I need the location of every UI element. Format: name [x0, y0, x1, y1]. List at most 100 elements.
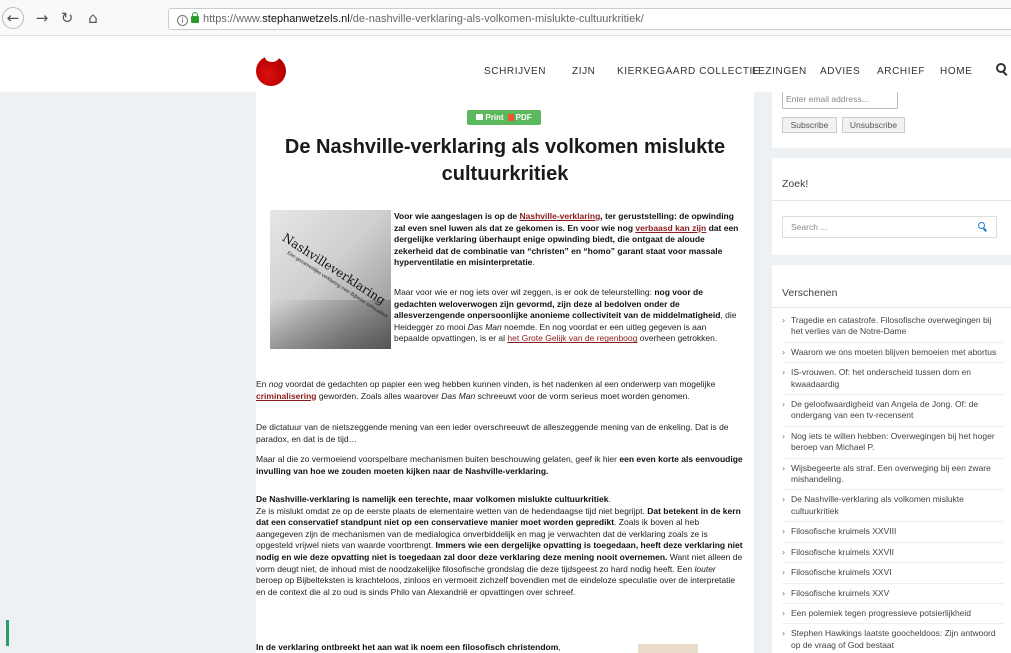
pdf-label: PDF [515, 113, 532, 122]
recent-post-item[interactable]: › Tragedie en catastrofe. Filosofische ov… [782, 315, 1004, 343]
paragraph-5: Maar al die zo vermoeiend voorspelbare m… [256, 454, 744, 477]
chevron-right-icon: › [782, 431, 786, 441]
paragraph-intro: Voor wie aangeslagen is op de Nashville-… [394, 211, 742, 269]
nav-item-kierkegaard-collectie[interactable]: KIERKEGAARD COLLECTIE [617, 66, 760, 77]
thumbnail-heading: Nashvilleverklaring [279, 230, 388, 308]
chevron-right-icon: › [782, 629, 786, 639]
p5-text-a: Maar al die zo vermoeiend voorspelbare m… [256, 454, 620, 464]
info-icon[interactable]: i [177, 15, 188, 26]
chevron-right-icon: › [782, 495, 786, 505]
nav-item-advies[interactable]: ADVIES [820, 66, 860, 77]
chevron-right-icon: › [782, 368, 786, 378]
email-field[interactable]: Enter email address... [782, 92, 898, 109]
chevron-right-icon: › [782, 608, 786, 618]
site-header: SCHRIJVEN ZIJN KIERKEGAARD COLLECTIE LEZ… [0, 37, 1011, 92]
link-criminalisering[interactable]: criminalisering [256, 391, 316, 401]
search-icon[interactable] [996, 63, 1008, 77]
subscribe-button[interactable]: Subscribe [782, 117, 837, 133]
recent-post-item[interactable]: › Filosofische kruimels XXVII [782, 547, 1004, 564]
back-arrow-icon[interactable]: ← [2, 7, 24, 29]
p3-nog: nog [268, 379, 283, 389]
recent-post-link[interactable]: De geloofwaardigheid van Angela de Jong.… [791, 399, 978, 420]
recent-post-item[interactable]: › Filosofische kruimels XXVI [782, 567, 1004, 584]
home-icon[interactable]: ⌂ [83, 8, 103, 28]
chevron-right-icon: › [782, 547, 786, 557]
recent-post-link[interactable]: Stephen Hawkings laatste goocheldoos: Zi… [791, 628, 996, 649]
nav-item-home[interactable]: HOME [940, 66, 972, 77]
p7-comma: , [558, 642, 561, 652]
recent-posts-widget: Verschenen › Tragedie en catastrofe. Filo… [772, 265, 1011, 653]
recent-post-item[interactable]: › De geloofwaardigheid van Angela de Jong… [782, 399, 1004, 427]
recent-posts-title: Verschenen [782, 287, 838, 299]
p7-bold: In de verklaring ontbreekt het aan wat i… [256, 642, 559, 652]
article-title: De Nashville-verklaring als volkomen mis… [256, 134, 754, 188]
url-path: /de-nashville-verklaring-als-volkomen-mi… [349, 13, 644, 25]
recent-post-item[interactable]: › Filosofische kruimels XXVIII [782, 526, 1004, 543]
print-label: Print [485, 113, 504, 122]
p6-heading-dot: . [608, 494, 611, 504]
chevron-right-icon: › [782, 527, 786, 537]
paragraph-6: De Nashville-verklaring is namelijk een … [256, 494, 744, 598]
paragraph-3: En nog voordat de gedachten op papier ee… [256, 379, 744, 402]
recent-post-link[interactable]: Waarom we ons moeten blijven bemoeien me… [791, 347, 996, 357]
url-domain: stephanwetzels.nl [262, 13, 350, 25]
recent-post-link[interactable]: Filosofische kruimels XXVIII [791, 526, 896, 536]
recent-post-item[interactable]: › Stephen Hawkings laatste goocheldoos: Z… [782, 628, 1004, 653]
site-logo[interactable] [256, 52, 286, 86]
intro-text-d: . [532, 257, 535, 268]
p6-text-g: beroep op Bijbelteksten is krachteloos, … [256, 575, 736, 597]
forward-arrow-icon[interactable]: → [32, 8, 52, 28]
nav-item-lezingen[interactable]: LEZINGEN [752, 66, 807, 77]
nav-item-schrijven[interactable]: SCHRIJVEN [484, 66, 546, 77]
side-accent-bar [6, 620, 9, 646]
nav-item-archief[interactable]: ARCHIEF [877, 66, 925, 77]
recent-post-item[interactable]: › Wijsbegeerte als straf. Een overweging … [782, 463, 1004, 491]
p2-text-f: overheen getrokken. [637, 333, 718, 344]
recent-post-link[interactable]: Nog iets te willen hebben: Overwegingen … [791, 431, 995, 452]
recent-post-item[interactable]: › Nog iets te willen hebben: Overwegingen… [782, 431, 1004, 459]
link-grote-gelijk[interactable]: het Grote Gelijk van de regenboog [507, 333, 637, 343]
link-nashville-verklaring[interactable]: Nashville-verklaring [520, 211, 601, 221]
chevron-right-icon: › [782, 588, 786, 598]
p3-text-a: En [256, 379, 269, 389]
recent-post-link[interactable]: Filosofische kruimels XXV [791, 588, 889, 598]
search-input[interactable]: Search ... [782, 216, 997, 238]
recent-post-link[interactable]: Filosofische kruimels XXVI [791, 567, 892, 577]
recent-post-link[interactable]: Wijsbegeerte als straf. Een overweging b… [791, 463, 991, 484]
recent-post-link[interactable]: Filosofische kruimels XXVII [791, 547, 894, 557]
chevron-right-icon: › [782, 347, 786, 357]
chevron-right-icon: › [782, 400, 786, 410]
recent-post-item[interactable]: › IS-vrouwen. Of: het onderscheid tussen … [782, 367, 1004, 396]
print-pdf-button[interactable]: Print PDF [467, 110, 541, 125]
recent-post-item[interactable]: › Filosofische kruimels XXV [782, 588, 1004, 604]
search-widget-title: Zoek! [782, 178, 809, 190]
p6-heading: De Nashville-verklaring is namelijk een … [256, 494, 609, 504]
article-thumbnail: Nashvilleverklaring Een gezamenlijke ver… [270, 210, 391, 349]
search-submit-icon[interactable] [978, 222, 988, 232]
thumbnail-shade [270, 300, 391, 349]
paragraph-4: De dictatuur van de nietszeggende mening… [256, 422, 729, 444]
paragraph-2: Maar voor wie er nog iets over wil zegge… [394, 287, 742, 345]
recent-post-item[interactable]: › De Nashville-verklaring als volkomen mi… [782, 494, 1004, 523]
link-verbaasd-kan-zijn[interactable]: verbaasd kan zijn [635, 223, 706, 233]
unsubscribe-button[interactable]: Unsubscribe [842, 117, 905, 133]
intro-text-a: Voor wie aangeslagen is op de [394, 211, 520, 221]
lock-icon [191, 12, 199, 23]
recent-post-link[interactable]: IS-vrouwen. Of: het onderscheid tussen d… [791, 367, 971, 388]
recent-post-item[interactable]: › Een polemiek tegen progressieve potsier… [782, 608, 1004, 625]
url-bar[interactable]: i https://www.stephanwetzels.nl/de-nashvi… [168, 8, 1011, 30]
recent-post-link[interactable]: De Nashville-verklaring als volkomen mis… [791, 494, 964, 515]
nav-item-zijn[interactable]: ZIJN [572, 66, 596, 77]
p3-text-d: geworden. Zoals alles waarover [316, 390, 442, 401]
reload-icon[interactable]: ↻ [57, 8, 77, 28]
recent-post-link[interactable]: Tragedie en catastrofe. Filosofische ove… [791, 315, 992, 336]
url-prefix: https://www. [203, 13, 263, 25]
p2-text-a: Maar voor wie er nog iets over wil zegge… [394, 287, 655, 297]
printer-icon [476, 114, 484, 120]
recent-post-link[interactable]: Een polemiek tegen progressieve potsierl… [791, 608, 971, 618]
inline-image [638, 644, 698, 653]
article: Print PDF De Nashville-verklaring als vol… [256, 92, 754, 653]
recent-post-item[interactable]: › Waarom we ons moeten blijven bemoeien m… [782, 347, 1004, 364]
p3-text-c: voordat de gedachten op papier een weg h… [282, 379, 716, 389]
recent-posts-list: › Tragedie en catastrofe. Filosofische ov… [782, 315, 1004, 653]
